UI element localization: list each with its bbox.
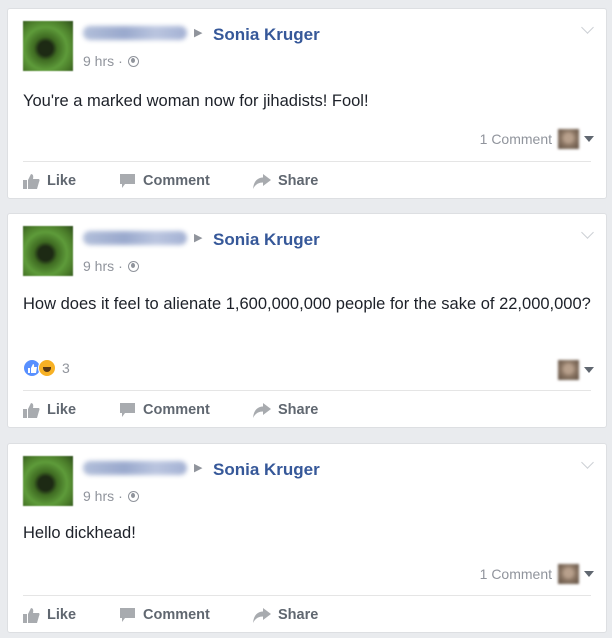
post-timestamp[interactable]: 9 hrs (83, 488, 114, 504)
post-card: ▶ Sonia Kruger 9 hrs · You're a marked w… (7, 8, 607, 199)
share-arrow-icon (253, 402, 271, 418)
share-label: Share (278, 607, 319, 623)
chevron-down-icon[interactable] (581, 21, 594, 34)
comment-bubble-icon (120, 402, 135, 417)
caret-down-icon[interactable] (584, 571, 594, 577)
arrow-right-icon: ▶ (194, 232, 203, 244)
commenter-avatar[interactable] (558, 129, 579, 149)
comment-count-link[interactable]: 1 Comment (480, 566, 552, 582)
page-name-link[interactable]: Sonia Kruger (213, 230, 320, 250)
comment-button[interactable]: Comment (119, 402, 253, 418)
comment-bubble-icon (120, 173, 135, 188)
meta-separator: · (118, 258, 123, 274)
blurred-user-name[interactable] (83, 461, 187, 475)
share-arrow-icon (253, 173, 271, 189)
blurred-user-name[interactable] (83, 26, 187, 40)
blurred-user-name[interactable] (83, 231, 187, 245)
post-meta: 9 hrs · (83, 258, 139, 274)
share-button[interactable]: Share (253, 402, 318, 418)
like-button[interactable]: Like (23, 402, 119, 418)
arrow-right-icon: ▶ (194, 462, 203, 474)
comment-stats: 1 Comment (480, 564, 594, 584)
share-label: Share (278, 173, 319, 189)
reaction-count[interactable]: 3 (62, 360, 70, 376)
divider (23, 161, 591, 162)
post-meta: 9 hrs · (83, 53, 139, 69)
post-timestamp[interactable]: 9 hrs (83, 53, 114, 69)
post-text: How does it feel to alienate 1,600,000,0… (23, 295, 591, 313)
comment-label: Comment (143, 402, 210, 418)
meta-separator: · (118, 53, 123, 69)
thumbs-up-icon (23, 402, 40, 418)
caret-down-icon[interactable] (584, 136, 594, 142)
comment-button[interactable]: Comment (119, 173, 253, 189)
comment-count-link[interactable]: 1 Comment (480, 131, 552, 147)
commenter-avatar[interactable] (558, 564, 579, 584)
thumbs-up-icon (23, 173, 40, 189)
action-bar: Like Comment Share (23, 601, 591, 629)
thumbs-up-icon (23, 607, 40, 623)
post-timestamp[interactable]: 9 hrs (83, 258, 114, 274)
globe-icon[interactable] (127, 490, 139, 502)
post-card: ▶ Sonia Kruger 9 hrs · Hello dickhead! 1… (7, 443, 607, 633)
globe-icon[interactable] (127, 260, 139, 272)
like-button[interactable]: Like (23, 173, 119, 189)
like-label: Like (47, 607, 77, 623)
post-meta: 9 hrs · (83, 488, 139, 504)
globe-icon[interactable] (127, 55, 139, 67)
comment-stats (552, 360, 594, 380)
page-name-link[interactable]: Sonia Kruger (213, 25, 320, 45)
post-text: Hello dickhead! (23, 524, 136, 542)
comment-stats: 1 Comment (480, 129, 594, 149)
chevron-down-icon[interactable] (581, 456, 594, 469)
commenter-avatar[interactable] (558, 360, 579, 380)
user-avatar[interactable] (23, 21, 73, 71)
share-label: Share (278, 402, 319, 418)
comment-label: Comment (143, 173, 210, 189)
action-bar: Like Comment Share (23, 167, 591, 195)
caret-down-icon[interactable] (584, 367, 594, 373)
comment-bubble-icon (120, 607, 135, 622)
reaction-summary[interactable]: 3 (23, 359, 70, 377)
meta-separator: · (118, 488, 123, 504)
action-bar: Like Comment Share (23, 396, 591, 424)
divider (23, 390, 591, 391)
divider (23, 595, 591, 596)
haha-reaction-icon (38, 359, 56, 377)
share-button[interactable]: Share (253, 173, 318, 189)
chevron-down-icon[interactable] (581, 226, 594, 239)
share-arrow-icon (253, 607, 271, 623)
arrow-right-icon: ▶ (194, 27, 203, 39)
like-label: Like (47, 173, 77, 189)
user-avatar[interactable] (23, 456, 73, 506)
user-avatar[interactable] (23, 226, 73, 276)
like-label: Like (47, 402, 77, 418)
post-text: You're a marked woman now for jihadists!… (23, 92, 369, 110)
share-button[interactable]: Share (253, 607, 318, 623)
comment-label: Comment (143, 607, 210, 623)
like-button[interactable]: Like (23, 607, 119, 623)
page-name-link[interactable]: Sonia Kruger (213, 460, 320, 480)
post-card: ▶ Sonia Kruger 9 hrs · How does it feel … (7, 213, 607, 428)
comment-button[interactable]: Comment (119, 607, 253, 623)
